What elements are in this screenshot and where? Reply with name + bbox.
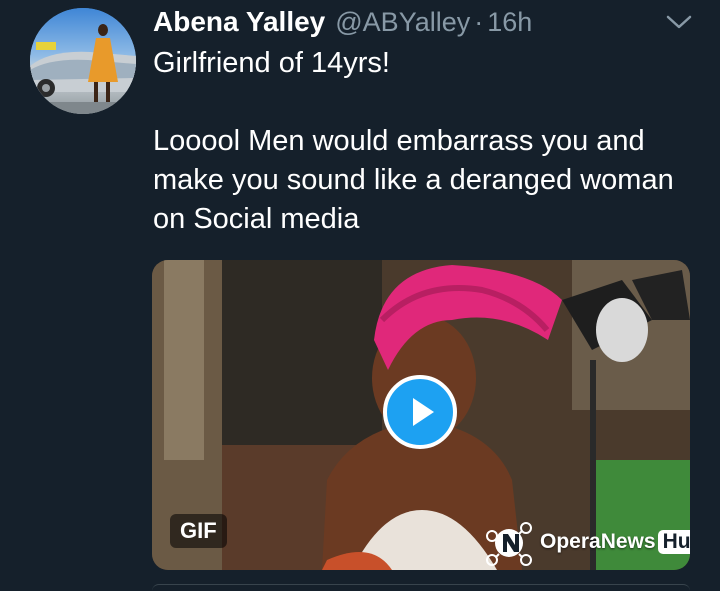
play-icon xyxy=(413,398,434,426)
tweet-timestamp[interactable]: 16h xyxy=(487,7,532,38)
tweet[interactable]: Abena Yalley @ABYalley · 16h Girlfriend … xyxy=(0,0,720,590)
watermark-badge: Hub xyxy=(657,530,690,554)
author-handle[interactable]: @ABYalley xyxy=(335,7,470,38)
tweet-text: Girlfriend of 14yrs! Looool Men would em… xyxy=(153,47,674,235)
gif-badge: GIF xyxy=(170,514,227,548)
opera-news-logo-icon xyxy=(486,522,532,566)
separator-dot: · xyxy=(474,7,484,37)
author-name[interactable]: Abena Yalley xyxy=(153,6,325,38)
tweet-header: Abena Yalley @ABYalley · 16h xyxy=(153,6,532,42)
chevron-down-icon[interactable] xyxy=(665,12,693,32)
gif-media[interactable]: GIF OperaNewsHub xyxy=(152,260,690,570)
avatar[interactable] xyxy=(30,8,136,114)
watermark-text: OperaNews xyxy=(540,530,656,553)
operanews-watermark: OperaNewsHub xyxy=(482,516,690,570)
play-button[interactable] xyxy=(383,375,457,449)
